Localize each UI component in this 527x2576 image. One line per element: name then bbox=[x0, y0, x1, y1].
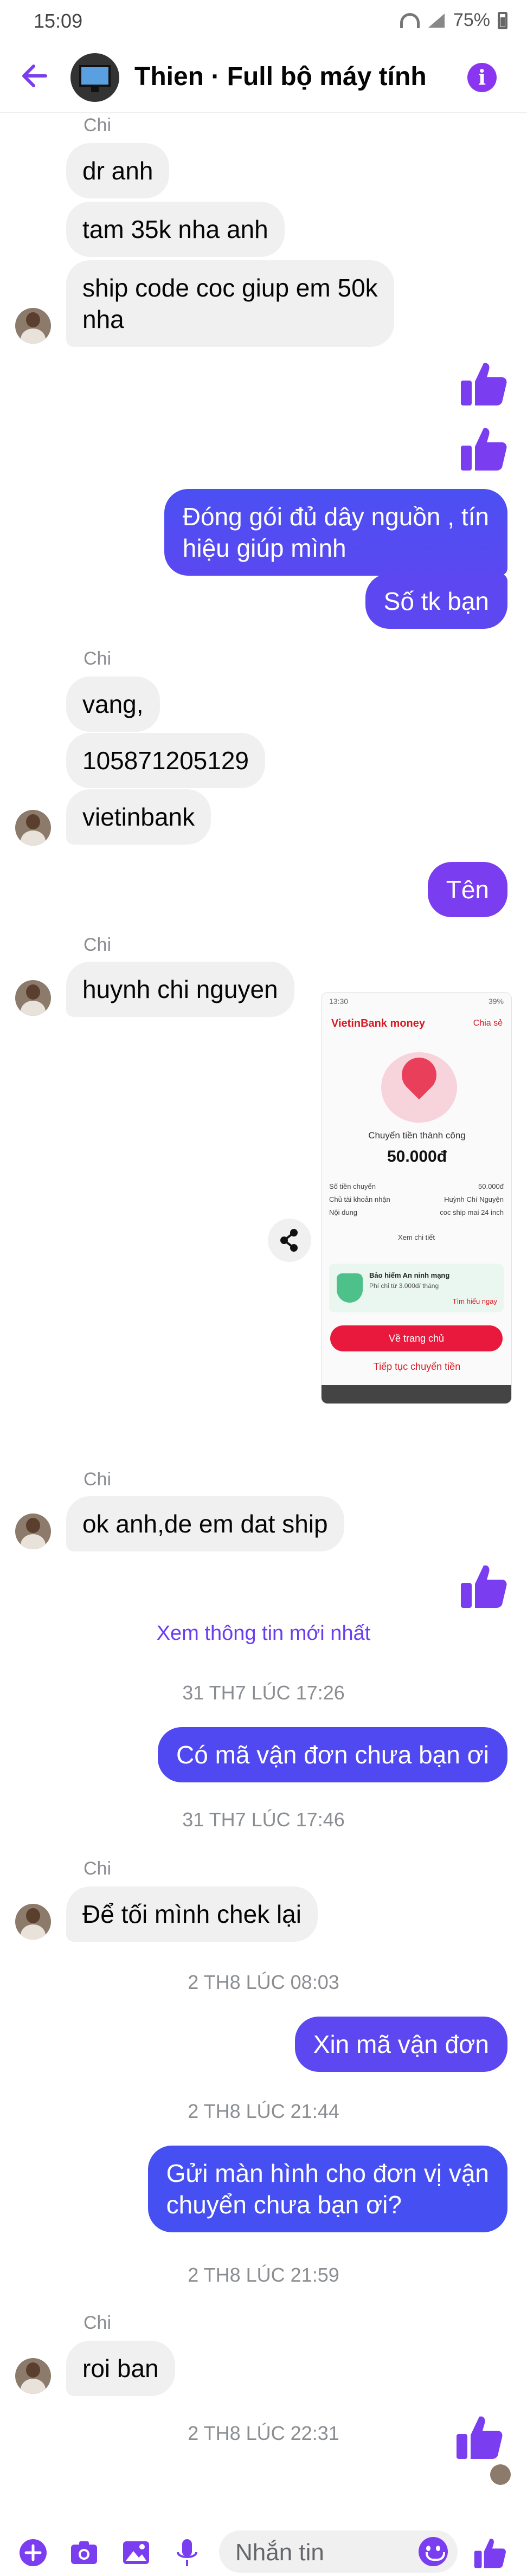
insurance-card: Bảo hiểm An ninh mạng Phí chỉ từ 3.000đ/… bbox=[329, 1264, 504, 1312]
battery-percent: 75% bbox=[453, 10, 490, 30]
thumbs-up-icon bbox=[461, 428, 507, 471]
receipt-row-value: coc ship mai 24 inch bbox=[440, 1208, 504, 1216]
insurance-title: Bảo hiểm An ninh mạng bbox=[369, 1271, 450, 1279]
message-line: hiệu giúp mình bbox=[182, 534, 346, 562]
detail-link-text: Xem chi tiết bbox=[398, 1233, 435, 1241]
receipt-row-label: Chủ tài khoản nhận bbox=[329, 1195, 390, 1203]
transfer-receipt-image[interactable]: 13:30 39% VietinBank money Chia sẻ Chuyể… bbox=[321, 992, 512, 1404]
receipt-row: Chủ tài khoản nhận Huỳnh Chí Nguyện bbox=[329, 1195, 504, 1203]
incoming-message[interactable]: ship code coc giup em 50k nha bbox=[66, 260, 394, 347]
receipt-status-battery: 39% bbox=[488, 997, 504, 1006]
receipt-status-time: 13:30 bbox=[329, 997, 349, 1006]
outgoing-message[interactable]: Đóng gói đủ dây nguồn , tín hiệu giúp mì… bbox=[164, 489, 507, 576]
receipt-nav-bar bbox=[322, 1385, 511, 1403]
timestamp: 2 TH8 LÚC 22:31 bbox=[188, 2422, 339, 2444]
gallery-icon[interactable] bbox=[121, 2538, 151, 2567]
incoming-message[interactable]: dr anh bbox=[66, 143, 170, 198]
thumbs-up-icon bbox=[461, 363, 507, 405]
outgoing-message[interactable]: Có mã vận đơn chưa bạn ơi bbox=[158, 1727, 507, 1782]
sender-name: Chi bbox=[83, 115, 112, 136]
message-input[interactable]: Nhắn tin bbox=[219, 2530, 458, 2573]
chat-header: Thien · Full bộ máy tính i bbox=[0, 43, 527, 113]
incoming-message[interactable]: Để tối mình chek lại bbox=[66, 1886, 318, 1942]
receipt-row: Nội dung coc ship mai 24 inch bbox=[329, 1208, 504, 1216]
receipt-continue-link: Tiếp tục chuyển tiền bbox=[373, 1361, 461, 1372]
status-icons: 75% bbox=[400, 10, 507, 31]
plus-icon[interactable] bbox=[18, 2538, 48, 2567]
bank-logo: VietinBank money bbox=[331, 1017, 426, 1029]
sender-avatar[interactable] bbox=[15, 980, 51, 1016]
sender-name: Chi bbox=[83, 2313, 112, 2333]
share-icon bbox=[280, 1229, 298, 1252]
message-placeholder: Nhắn tin bbox=[235, 2539, 324, 2566]
receipt-row-label: Số tiền chuyển bbox=[329, 1182, 376, 1190]
timestamp: 31 TH7 LÚC 17:46 bbox=[182, 1808, 345, 1831]
incoming-message[interactable]: tam 35k nha anh bbox=[66, 202, 285, 257]
incoming-message[interactable]: huynh chi nguyen bbox=[66, 962, 294, 1017]
receipt-status-line: 13:30 39% bbox=[322, 993, 511, 1010]
battery-icon bbox=[498, 11, 507, 29]
timestamp: 2 TH8 LÚC 21:59 bbox=[188, 2264, 339, 2286]
sender-avatar[interactable] bbox=[15, 308, 51, 344]
composer-bar: Nhắn tin bbox=[0, 2526, 527, 2576]
wifi-icon bbox=[400, 12, 420, 28]
status-time: 15:09 bbox=[34, 10, 83, 32]
microphone-icon[interactable] bbox=[172, 2538, 202, 2567]
receipt-share-label: Chia sẻ bbox=[473, 1019, 503, 1028]
message-line: Gửi màn hình cho đơn vị vận bbox=[166, 2159, 489, 2187]
receipt-home-button: Về trang chủ bbox=[330, 1325, 503, 1351]
share-button[interactable] bbox=[268, 1219, 311, 1262]
timestamp: 2 TH8 LÚC 21:44 bbox=[188, 2100, 339, 2122]
seen-avatar bbox=[490, 2464, 511, 2485]
outgoing-message[interactable]: Gửi màn hình cho đơn vị vận chuyển chưa … bbox=[147, 2146, 507, 2232]
back-arrow-icon[interactable] bbox=[18, 60, 51, 92]
insurance-desc: Phí chỉ từ 3.000đ/ tháng bbox=[369, 1282, 439, 1290]
shield-icon bbox=[337, 1273, 363, 1303]
outgoing-message[interactable]: Tên bbox=[427, 862, 507, 917]
receipt-detail-link: Xem chi tiết bbox=[329, 1233, 504, 1241]
sender-avatar[interactable] bbox=[15, 1904, 51, 1940]
incoming-message[interactable]: roi ban bbox=[66, 2341, 175, 2396]
camera-icon[interactable] bbox=[69, 2538, 99, 2567]
like-button-icon[interactable] bbox=[473, 2536, 506, 2569]
contact-avatar[interactable] bbox=[70, 53, 119, 102]
sender-name: Chi bbox=[83, 648, 112, 669]
message-line: chuyển chưa bạn ơi? bbox=[166, 2191, 402, 2219]
transfer-status: Chuyển tiền thành công bbox=[368, 1130, 466, 1141]
info-icon[interactable]: i bbox=[467, 63, 497, 92]
message-line: Đóng gói đủ dây nguồn , tín bbox=[182, 503, 489, 531]
receipt-row-value: Huỳnh Chí Nguyện bbox=[444, 1195, 504, 1203]
incoming-message[interactable]: 105871205129 bbox=[66, 733, 265, 788]
incoming-message[interactable]: vang, bbox=[66, 677, 160, 732]
receipt-row-label: Nội dung bbox=[329, 1208, 358, 1216]
conversation-title[interactable]: Thien · Full bộ máy tính bbox=[134, 62, 427, 92]
sender-name: Chi bbox=[83, 935, 112, 955]
view-latest-link[interactable]: Xem thông tin mới nhất bbox=[0, 1622, 527, 1645]
sender-name: Chi bbox=[83, 1858, 112, 1879]
thumbs-up-icon bbox=[461, 1565, 507, 1608]
sender-avatar[interactable] bbox=[15, 1514, 51, 1549]
message-line: ship code coc giup em 50k bbox=[82, 274, 378, 302]
transfer-amount: 50.000đ bbox=[387, 1148, 447, 1165]
sender-name: Chi bbox=[83, 1469, 112, 1490]
receipt-row: Số tiền chuyển 50.000đ bbox=[329, 1182, 504, 1190]
outgoing-message[interactable]: Số tk bạn bbox=[365, 574, 507, 629]
success-illustration bbox=[381, 1052, 457, 1123]
insurance-link: Tìm hiểu ngay bbox=[452, 1297, 497, 1305]
outgoing-message[interactable]: Xin mã vận đơn bbox=[294, 2017, 507, 2072]
status-bar: 15:09 75% bbox=[0, 0, 527, 43]
message-line: nha bbox=[82, 305, 124, 333]
thumbs-up-icon bbox=[457, 2416, 503, 2459]
signal-icon bbox=[428, 13, 445, 28]
receipt-row-value: 50.000đ bbox=[478, 1182, 504, 1190]
sender-avatar[interactable] bbox=[15, 810, 51, 846]
incoming-message[interactable]: ok anh,de em dat ship bbox=[66, 1496, 344, 1551]
sender-avatar[interactable] bbox=[15, 2358, 51, 2394]
timestamp: 31 TH7 LÚC 17:26 bbox=[182, 1682, 345, 1704]
timestamp: 2 TH8 LÚC 08:03 bbox=[188, 1971, 339, 1993]
incoming-message[interactable]: vietinbank bbox=[66, 789, 211, 845]
emoji-icon[interactable] bbox=[419, 2537, 448, 2566]
